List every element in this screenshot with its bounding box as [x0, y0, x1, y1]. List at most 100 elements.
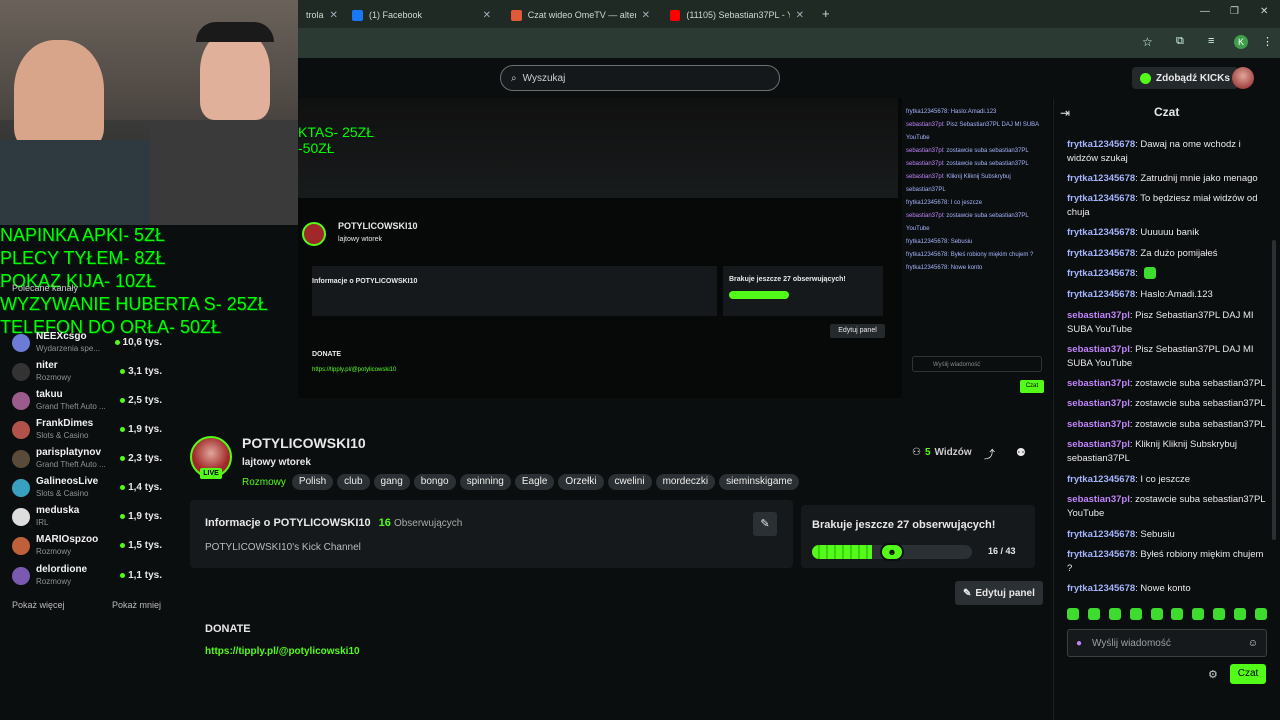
chat-username[interactable]: sebastian37pl	[1067, 439, 1130, 450]
emote-icon[interactable]	[1150, 608, 1163, 620]
chat-input[interactable]: ● Wyślij wiadomość ☺	[1067, 629, 1267, 657]
tag[interactable]: club	[337, 474, 370, 490]
tag[interactable]: mordeczki	[655, 474, 716, 490]
chat-text: : I co jeszcze	[1135, 474, 1191, 485]
chat-username[interactable]: frytka12345678	[1067, 474, 1135, 485]
close-icon[interactable]: ✕	[330, 10, 338, 21]
chat-username[interactable]: sebastian37pl	[1067, 344, 1130, 355]
chat-username[interactable]: frytka12345678	[1067, 549, 1135, 560]
tag[interactable]: Eagle	[514, 474, 555, 490]
followers-label: Obserwujących	[393, 518, 463, 529]
sidebar-channel[interactable]: delordione Rozmowy 1,1 tys.	[12, 561, 162, 590]
emote-icon[interactable]	[1171, 608, 1184, 620]
show-more-button[interactable]: Pokaż więcej	[12, 600, 65, 610]
chat-username[interactable]: frytka12345678	[1067, 193, 1135, 204]
sidebar-channel[interactable]: GalineosLive Slots & Casino 1,4 tys.	[12, 473, 162, 502]
live-dot-icon	[120, 456, 126, 461]
tag[interactable]: bongo	[413, 474, 456, 490]
chat-message: frytka12345678: Nowe konto	[1067, 582, 1267, 596]
chat-scrollbar[interactable]	[1272, 240, 1276, 540]
chat-username[interactable]: frytka12345678	[1067, 583, 1135, 594]
channel-name[interactable]: POTYLICOWSKI10	[242, 435, 366, 451]
close-icon[interactable]: ✕	[796, 10, 804, 21]
chat-username[interactable]: frytka12345678	[1067, 268, 1135, 279]
chat-username[interactable]: frytka12345678	[1067, 227, 1135, 238]
close-icon[interactable]: ✕	[483, 10, 491, 21]
tag[interactable]: Orzełki	[558, 474, 604, 490]
sidebar-channel[interactable]: MARIOspzoo Rozmowy 1,5 tys.	[12, 531, 162, 560]
emoji-icon[interactable]: ☺	[1248, 638, 1258, 649]
stream-category[interactable]: Rozmowy	[242, 477, 286, 488]
browser-menu-icon[interactable]: ⋮	[1262, 35, 1273, 48]
sidebar-channel[interactable]: takuu Grand Theft Auto ... 2,5 tys.	[12, 386, 162, 415]
emote-icon[interactable]	[1254, 608, 1267, 620]
sidebar-channel[interactable]: parisplatynov Grand Theft Auto ... 2,3 ty…	[12, 444, 162, 473]
settings-gear-icon[interactable]: ⚙	[1208, 668, 1218, 681]
viewer-count-display: ⚇ 5 Widzów	[912, 447, 972, 458]
show-less-button[interactable]: Pokaż mniej	[112, 600, 161, 610]
chat-username[interactable]: sebastian37pl	[1067, 419, 1130, 430]
browser-tab[interactable]: (1) Facebook ✕	[344, 4, 499, 26]
share-icon[interactable]: ⤴	[984, 446, 995, 462]
chat-username[interactable]: frytka12345678	[1067, 529, 1135, 540]
extensions-icon[interactable]: ⧉	[1176, 35, 1184, 48]
chat-username[interactable]: sebastian37pl	[1067, 310, 1130, 321]
tag[interactable]: gang	[373, 474, 410, 490]
follow-user-icon[interactable]: ⚉	[1016, 446, 1026, 459]
bookmark-star-icon[interactable]: ☆	[1142, 35, 1153, 49]
emote-icon[interactable]	[1067, 608, 1079, 620]
browser-tab[interactable]: (11105) Sebastian37PL - YouTu ✕	[662, 4, 812, 26]
restore-icon[interactable]: ❐	[1230, 6, 1239, 17]
emote-icon[interactable]	[1129, 608, 1142, 620]
tag[interactable]: cwelini	[607, 474, 652, 490]
viewer-count: 10,6 tys.	[122, 337, 162, 348]
sidebar-channel[interactable]: niter Rozmowy 3,1 tys.	[12, 357, 162, 386]
media-icon[interactable]: ≡	[1208, 35, 1214, 47]
sidebar-channel[interactable]: meduska IRL 1,9 tys.	[12, 502, 162, 531]
emote-icon[interactable]	[1087, 608, 1100, 620]
chat-username[interactable]: sebastian37pl	[1067, 494, 1130, 505]
stream-title: lajtowy wtorek	[242, 457, 311, 468]
chat-username[interactable]: sebastian37pl	[1067, 378, 1130, 389]
emote-icon[interactable]	[1192, 608, 1205, 620]
profile-avatar[interactable]: K	[1234, 35, 1248, 49]
browser-tab[interactable]: Czat wideo OmeTV — alternaty ✕	[503, 4, 658, 26]
person-left-body	[0, 140, 150, 225]
emote-icon[interactable]	[1213, 608, 1226, 620]
chat-username[interactable]: frytka12345678	[1067, 139, 1135, 150]
search-input[interactable]: ⌕ Wyszukaj	[500, 65, 780, 91]
about-description: POTYLICOWSKI10's Kick Channel	[205, 542, 361, 553]
mic-icon[interactable]: ●	[1076, 638, 1082, 649]
tag[interactable]: spinning	[459, 474, 511, 490]
minimize-icon[interactable]: —	[1200, 6, 1210, 17]
user-avatar[interactable]	[1232, 67, 1254, 89]
chat-username[interactable]: frytka12345678	[1067, 173, 1135, 184]
sidebar-channel[interactable]: FrankDimes Slots & Casino 1,9 tys.	[12, 415, 162, 444]
chat-message: sebastian37pl: zostawcie suba sebastian3…	[1067, 418, 1267, 432]
avatar	[12, 478, 30, 497]
tag[interactable]: sieminskigame	[719, 474, 800, 490]
donate-link[interactable]: https://tipply.pl/@potylicowski10	[205, 646, 360, 657]
collapse-chat-icon[interactable]: ⇥	[1060, 106, 1070, 120]
browser-tab[interactable]: trola ✕	[298, 4, 340, 26]
close-icon[interactable]: ✕	[642, 10, 650, 21]
sidebar-channel[interactable]: NEEXcsgo Wydarzenia spe... 10,6 tys.	[12, 328, 162, 357]
chat-input-placeholder: Wyślij wiadomość	[1092, 637, 1171, 649]
window-close-icon[interactable]: ✕	[1260, 6, 1268, 17]
edit-pencil-icon[interactable]: ✎	[753, 512, 777, 536]
get-kicks-button[interactable]: Zdobądź KICKs	[1132, 67, 1238, 89]
avatar	[12, 507, 30, 526]
edit-panel-button[interactable]: ✎ Edytuj panel	[955, 581, 1043, 605]
preview-channel-name: POTYLICOWSKI10	[338, 221, 418, 231]
chat-message: frytka12345678: To będziesz miał widzów …	[1067, 192, 1267, 220]
tag[interactable]: Polish	[291, 474, 334, 490]
chat-username[interactable]: frytka12345678	[1067, 248, 1135, 259]
chat-username[interactable]: frytka12345678	[1067, 289, 1135, 300]
new-tab-button[interactable]: +	[822, 6, 830, 21]
channel-name: takuu	[36, 389, 63, 400]
chat-username[interactable]: sebastian37pl	[1067, 398, 1130, 409]
emote-icon[interactable]	[1234, 608, 1246, 620]
chat-send-button[interactable]: Czat	[1230, 664, 1266, 684]
emote-icon[interactable]	[1108, 608, 1121, 620]
about-heading: Informacje o POTYLICOWSKI10	[205, 517, 371, 529]
